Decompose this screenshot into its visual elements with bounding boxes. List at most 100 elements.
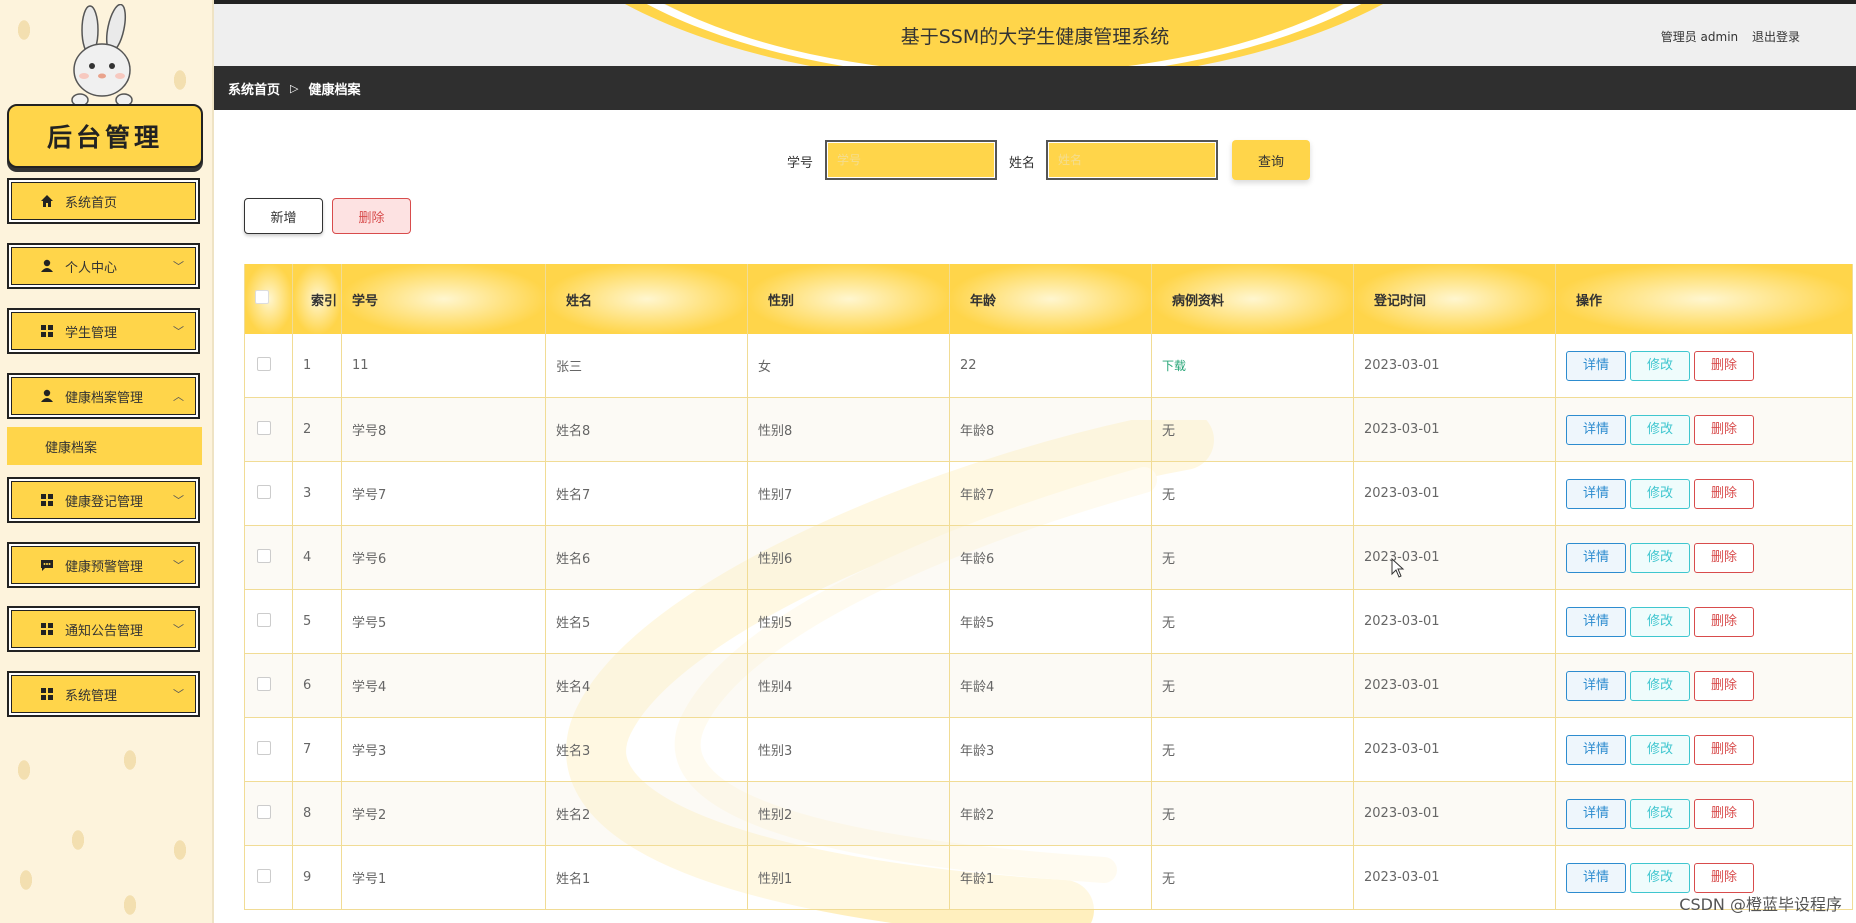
download-link[interactable]: 下载 xyxy=(1162,359,1186,373)
detail-button[interactable]: 详情 xyxy=(1566,670,1626,701)
select-all-checkbox[interactable] xyxy=(255,290,269,304)
edit-button[interactable]: 修改 xyxy=(1630,350,1690,381)
sidebar-item-health-registration-mgmt[interactable]: 健康登记管理 ﹀ xyxy=(7,477,200,523)
cell-age: 22 xyxy=(949,334,1152,398)
select-all-header[interactable] xyxy=(244,264,293,334)
grid-icon xyxy=(39,622,55,636)
edit-button[interactable]: 修改 xyxy=(1630,606,1690,637)
row-select-cell[interactable] xyxy=(244,397,293,462)
sidebar-item-home[interactable]: 系统首页 xyxy=(7,178,200,224)
brand-logo: 后台管理 xyxy=(7,104,203,168)
home-icon xyxy=(39,194,55,208)
cell-name: 姓名7 xyxy=(545,461,748,526)
user-area: 管理员 admin 退出登录 xyxy=(1651,28,1800,45)
row-checkbox[interactable] xyxy=(257,484,271,499)
row-select-cell[interactable] xyxy=(244,589,293,654)
detail-button[interactable]: 详情 xyxy=(1566,478,1626,509)
cell-student-id: 学号2 xyxy=(341,781,546,846)
case-record-value: 无 xyxy=(1162,744,1176,759)
table-row: 2 学号8 姓名8 性别8 年龄8 无 2023-03-01 详情 修改 删除 xyxy=(244,397,1853,462)
add-button[interactable]: 新增 xyxy=(244,198,323,234)
sidebar-subitem-health-record[interactable]: 健康档案 xyxy=(7,427,202,465)
sidebar-item-system-mgmt[interactable]: 系统管理 ﹀ xyxy=(7,671,200,717)
detail-button[interactable]: 详情 xyxy=(1566,414,1626,445)
delete-button[interactable]: 删除 xyxy=(1694,798,1754,829)
row-select-cell[interactable] xyxy=(244,653,293,718)
query-button[interactable]: 查询 xyxy=(1232,140,1310,180)
cell-gender: 性别3 xyxy=(747,717,950,782)
edit-button[interactable]: 修改 xyxy=(1630,734,1690,765)
row-checkbox[interactable] xyxy=(257,548,271,563)
sidebar-item-health-warning-mgmt[interactable]: 健康预警管理 ﹀ xyxy=(7,542,200,588)
detail-button[interactable]: 详情 xyxy=(1566,542,1626,573)
user-icon xyxy=(39,389,55,403)
cell-student-id: 学号1 xyxy=(341,845,546,910)
row-select-cell[interactable] xyxy=(244,461,293,526)
delete-button[interactable]: 删除 xyxy=(1694,862,1754,893)
cell-actions: 详情 修改 删除 xyxy=(1555,781,1853,846)
cell-case-record: 下载 xyxy=(1151,334,1354,398)
delete-button[interactable]: 删除 xyxy=(1694,414,1754,445)
edit-button[interactable]: 修改 xyxy=(1630,478,1690,509)
row-checkbox[interactable] xyxy=(257,868,271,883)
row-checkbox[interactable] xyxy=(257,356,271,371)
cell-name: 姓名2 xyxy=(545,781,748,846)
cell-index: 6 xyxy=(292,653,342,718)
cell-age: 年龄7 xyxy=(949,461,1152,526)
delete-button[interactable]: 删除 xyxy=(1694,350,1754,381)
edit-button[interactable]: 修改 xyxy=(1630,670,1690,701)
cell-register-date: 2023-03-01 xyxy=(1353,397,1556,462)
detail-button[interactable]: 详情 xyxy=(1566,350,1626,381)
cell-register-date: 2023-03-01 xyxy=(1353,781,1556,846)
chevron-up-icon: ︿ xyxy=(173,390,184,403)
name-input[interactable] xyxy=(1046,140,1218,180)
edit-button[interactable]: 修改 xyxy=(1630,862,1690,893)
row-select-cell[interactable] xyxy=(244,845,293,910)
cell-index: 2 xyxy=(292,397,342,462)
cell-case-record: 无 xyxy=(1151,589,1354,654)
row-checkbox[interactable] xyxy=(257,420,271,435)
sidebar-item-health-record-mgmt[interactable]: 健康档案管理 ︿ xyxy=(7,373,200,419)
sidebar-item-student-mgmt[interactable]: 学生管理 ﹀ xyxy=(7,308,200,354)
row-checkbox[interactable] xyxy=(257,804,271,819)
breadcrumb-home[interactable]: 系统首页 xyxy=(228,79,280,98)
table-row: 9 学号1 姓名1 性别1 年龄1 无 2023-03-01 详情 修改 删除 xyxy=(244,845,1853,910)
edit-button[interactable]: 修改 xyxy=(1630,542,1690,573)
detail-button[interactable]: 详情 xyxy=(1566,798,1626,829)
batch-delete-button[interactable]: 删除 xyxy=(332,198,411,234)
cell-name: 姓名8 xyxy=(545,397,748,462)
cell-case-record: 无 xyxy=(1151,525,1354,590)
student-id-input[interactable] xyxy=(825,140,997,180)
edit-button[interactable]: 修改 xyxy=(1630,414,1690,445)
table-row: 6 学号4 姓名4 性别4 年龄4 无 2023-03-01 详情 修改 删除 xyxy=(244,653,1853,718)
row-checkbox[interactable] xyxy=(257,676,271,691)
cell-case-record: 无 xyxy=(1151,717,1354,782)
sidebar-item-notice-mgmt[interactable]: 通知公告管理 ﹀ xyxy=(7,606,200,652)
row-checkbox[interactable] xyxy=(257,612,271,627)
row-select-cell[interactable] xyxy=(244,525,293,590)
case-record-value: 无 xyxy=(1162,424,1176,439)
logout-link[interactable]: 退出登录 xyxy=(1752,30,1800,44)
delete-button[interactable]: 删除 xyxy=(1694,734,1754,765)
delete-button[interactable]: 删除 xyxy=(1694,478,1754,509)
delete-button[interactable]: 删除 xyxy=(1694,670,1754,701)
cell-name: 张三 xyxy=(545,334,748,398)
row-select-cell[interactable] xyxy=(244,717,293,782)
row-checkbox[interactable] xyxy=(257,740,271,755)
column-header-gender: 性别 xyxy=(747,264,950,334)
detail-button[interactable]: 详情 xyxy=(1566,734,1626,765)
sidebar-item-label: 健康档案管理 xyxy=(65,390,144,406)
delete-button[interactable]: 删除 xyxy=(1694,542,1754,573)
name-label: 姓名 xyxy=(1009,156,1036,171)
sidebar-item-label: 健康登记管理 xyxy=(65,494,144,510)
cell-gender: 性别7 xyxy=(747,461,950,526)
delete-button[interactable]: 删除 xyxy=(1694,606,1754,637)
cell-actions: 详情 修改 删除 xyxy=(1555,525,1853,590)
row-select-cell[interactable] xyxy=(244,781,293,846)
edit-button[interactable]: 修改 xyxy=(1630,798,1690,829)
case-record-value: 无 xyxy=(1162,872,1176,887)
sidebar-item-personal-center[interactable]: 个人中心 ﹀ xyxy=(7,243,200,289)
detail-button[interactable]: 详情 xyxy=(1566,862,1626,893)
detail-button[interactable]: 详情 xyxy=(1566,606,1626,637)
row-select-cell[interactable] xyxy=(244,334,293,398)
